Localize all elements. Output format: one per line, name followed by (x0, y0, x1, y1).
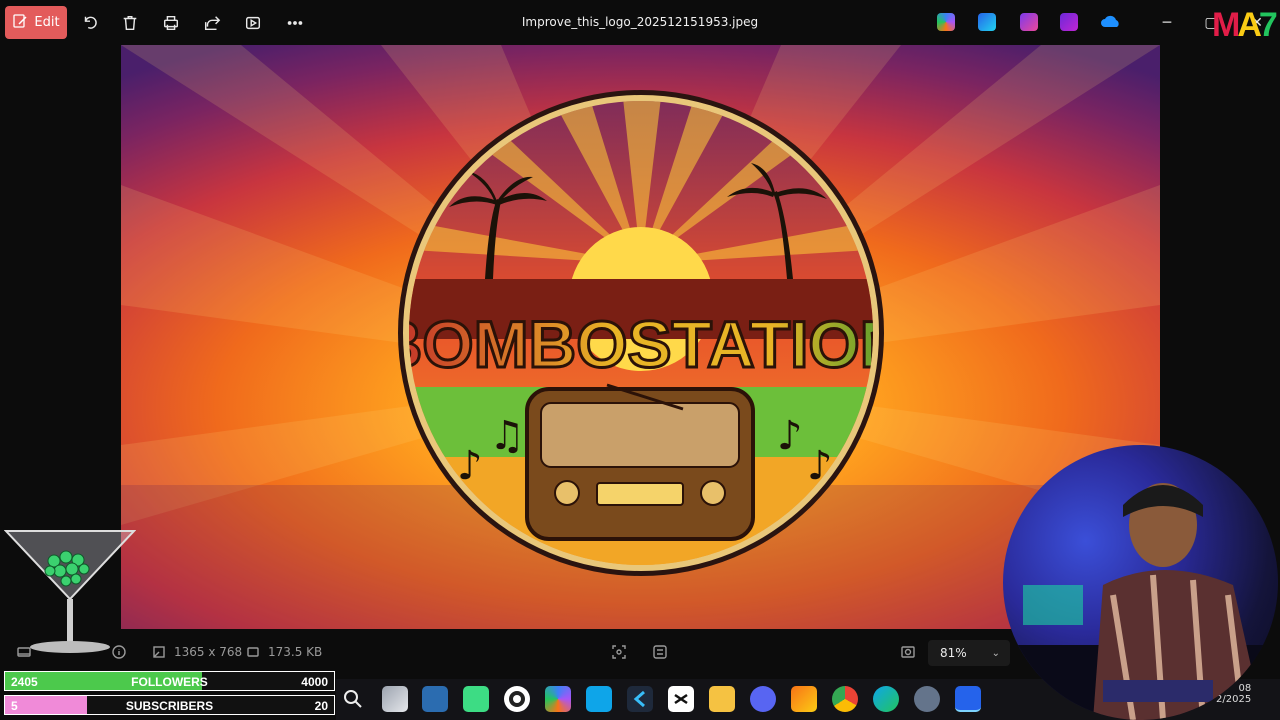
fit-button[interactable] (612, 645, 626, 659)
obs-icon[interactable] (504, 686, 530, 712)
dimensions-icon (153, 646, 165, 658)
rotate-icon[interactable] (78, 11, 102, 35)
dimensions-text: 1365 x 768 (174, 645, 243, 659)
actual-size-icon (901, 646, 915, 658)
capcut-icon[interactable] (668, 686, 694, 712)
more-icon[interactable] (283, 11, 307, 35)
subscribers-goal-bar: 5 SUBSCRIBERS 20 (4, 695, 335, 715)
subscribers-goal: 20 (314, 699, 328, 713)
photos-app-window: Edit Improve_this_logo_202512151953.jpeg… (0, 0, 1280, 720)
compare-icon (653, 645, 667, 659)
task-view-icon[interactable] (382, 686, 408, 712)
copilot-icon[interactable] (937, 13, 955, 31)
followers-goal: 4000 (301, 675, 328, 689)
clipchamp-icon[interactable] (1020, 13, 1038, 31)
image-canvas[interactable]: BOMBOSTATION ♪ ♫ ♪ ♪ (121, 45, 1160, 629)
subscribers-label: SUBSCRIBERS (125, 699, 214, 713)
compare-button[interactable] (653, 645, 667, 659)
video-editor-icon[interactable] (1060, 13, 1078, 31)
edit-label: Edit (34, 15, 60, 30)
fl-studio-icon[interactable] (791, 686, 817, 712)
network-icon[interactable] (422, 686, 448, 712)
zoom-dropdown[interactable]: 81% ⌄ (928, 640, 1010, 666)
toolbar: Edit Improve_this_logo_202512151953.jpeg… (0, 0, 1280, 45)
edit-icon (12, 13, 28, 33)
image-dimensions: 1365 x 768 (152, 645, 242, 659)
fit-icon (612, 645, 626, 659)
minimize-button[interactable]: ─ (1156, 12, 1178, 34)
file-name: Improve_this_logo_202512151953.jpeg (521, 15, 759, 29)
print-icon[interactable] (159, 11, 183, 35)
clock-date: 2/2025 (1216, 694, 1252, 705)
logo-text: BOMBOSTATION (397, 307, 885, 381)
onedrive-icon[interactable] (1100, 13, 1122, 31)
share-icon[interactable] (200, 11, 224, 35)
storage-icon (247, 647, 259, 657)
edge-icon[interactable] (873, 686, 899, 712)
android-icon[interactable] (463, 686, 489, 712)
file-explorer-icon[interactable] (709, 686, 735, 712)
edit-button[interactable]: Edit (5, 6, 67, 39)
chevron-down-icon: ⌄ (991, 647, 1000, 659)
search-icon[interactable] (340, 686, 366, 712)
chrome-icon[interactable] (832, 686, 858, 712)
actual-size-button[interactable] (901, 645, 915, 659)
followers-label: FOLLOWERS (131, 675, 208, 689)
delete-icon[interactable] (118, 11, 142, 35)
app-icon[interactable] (586, 686, 612, 712)
vscode-icon[interactable] (627, 686, 653, 712)
followers-goal-bar: 2405 FOLLOWERS 4000 (4, 671, 335, 691)
svg-text:♪: ♪ (777, 413, 803, 459)
designer-icon[interactable] (978, 13, 996, 31)
streamer-video (1003, 483, 1278, 720)
bombostation-logo: BOMBOSTATION ♪♫ ♪♪ (397, 90, 885, 576)
file-size: 173.5 KB (246, 645, 322, 659)
slideshow-icon[interactable] (241, 11, 265, 35)
photos-icon[interactable] (955, 686, 981, 712)
martini-glass-widget (4, 530, 136, 653)
webcam-overlay (1003, 445, 1278, 720)
copilot-icon[interactable] (545, 686, 571, 712)
channel-logo: MA7 (1212, 6, 1278, 44)
svg-text:♫: ♫ (489, 413, 525, 459)
file-size-text: 173.5 KB (268, 645, 323, 659)
zoom-value: 81% (940, 646, 967, 660)
settings-icon[interactable] (914, 686, 940, 712)
discord-icon[interactable] (750, 686, 776, 712)
